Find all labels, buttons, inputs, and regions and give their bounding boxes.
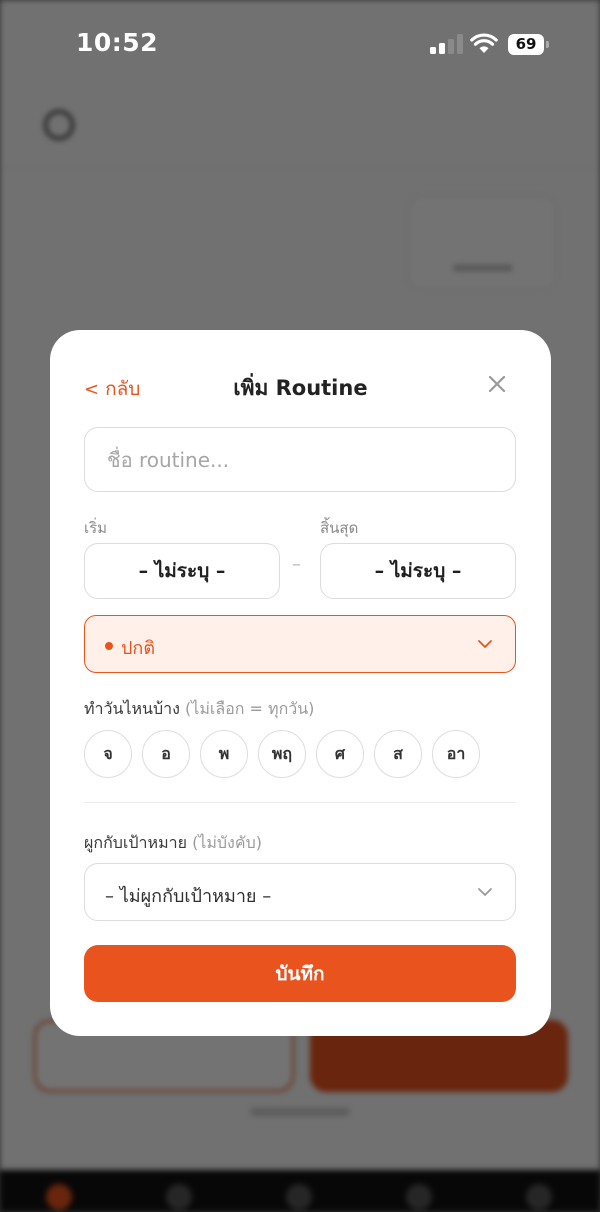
goal-label-hint: (ไม่บังคับ) [192, 833, 262, 852]
day-wed[interactable]: พ [200, 730, 248, 778]
priority-select[interactable]: ปกติ [84, 615, 516, 673]
priority-value: ปกติ [121, 638, 156, 659]
priority-dot-icon [105, 642, 113, 650]
days-label-hint: (ไม่เลือก = ทุกวัน) [185, 699, 315, 718]
chevron-down-icon [478, 640, 492, 648]
days-label-text: ทำวันไหนบ้าง [84, 699, 180, 718]
day-fri[interactable]: ศ [316, 730, 364, 778]
days-label: ทำวันไหนบ้าง (ไม่เลือก = ทุกวัน) [84, 697, 314, 722]
day-sun[interactable]: อา [432, 730, 480, 778]
goal-label-text: ผูกกับเป้าหมาย [84, 833, 187, 852]
chevron-down-icon [478, 888, 492, 896]
day-sat[interactable]: ส [374, 730, 422, 778]
day-mon[interactable]: จ [84, 730, 132, 778]
wifi-icon [470, 33, 498, 53]
start-date-picker[interactable]: – ไม่ระบุ – [84, 543, 280, 599]
modal-title: เพิ่ม Routine [233, 376, 368, 400]
section-divider [84, 802, 516, 803]
day-thu[interactable]: พฤ [258, 730, 306, 778]
save-button[interactable]: บันทึก [84, 945, 516, 1002]
day-tue[interactable]: อ [142, 730, 190, 778]
end-date-picker[interactable]: – ไม่ระบุ – [320, 543, 516, 599]
screen: 10:52 69 < กลับ เพิ่ม Routine เริ่ม สิ้น… [0, 0, 600, 1212]
add-routine-modal: < กลับ เพิ่ม Routine เริ่ม สิ้นสุด – ไม่… [50, 330, 551, 1036]
goal-label: ผูกกับเป้าหมาย (ไม่บังคับ) [84, 831, 262, 856]
end-date-label: สิ้นสุด [320, 519, 359, 537]
battery-icon: 69 [508, 34, 549, 55]
end-date-value: – ไม่ระบุ – [374, 560, 462, 582]
date-separator: – [292, 554, 301, 575]
start-date-value: – ไม่ระบุ – [138, 560, 226, 582]
close-icon[interactable] [486, 373, 508, 395]
start-date-label: เริ่ม [84, 519, 108, 537]
goal-select[interactable]: – ไม่ผูกกับเป้าหมาย – [84, 863, 516, 921]
status-bar: 10:52 69 [0, 0, 600, 88]
day-selector: จ อ พ พฤ ศ ส อา [84, 730, 516, 778]
battery-level: 69 [508, 34, 544, 55]
cellular-signal-icon [430, 34, 463, 54]
goal-value: – ไม่ผูกกับเป้าหมาย – [105, 886, 272, 907]
routine-name-input[interactable] [84, 427, 516, 492]
status-time: 10:52 [76, 28, 159, 57]
